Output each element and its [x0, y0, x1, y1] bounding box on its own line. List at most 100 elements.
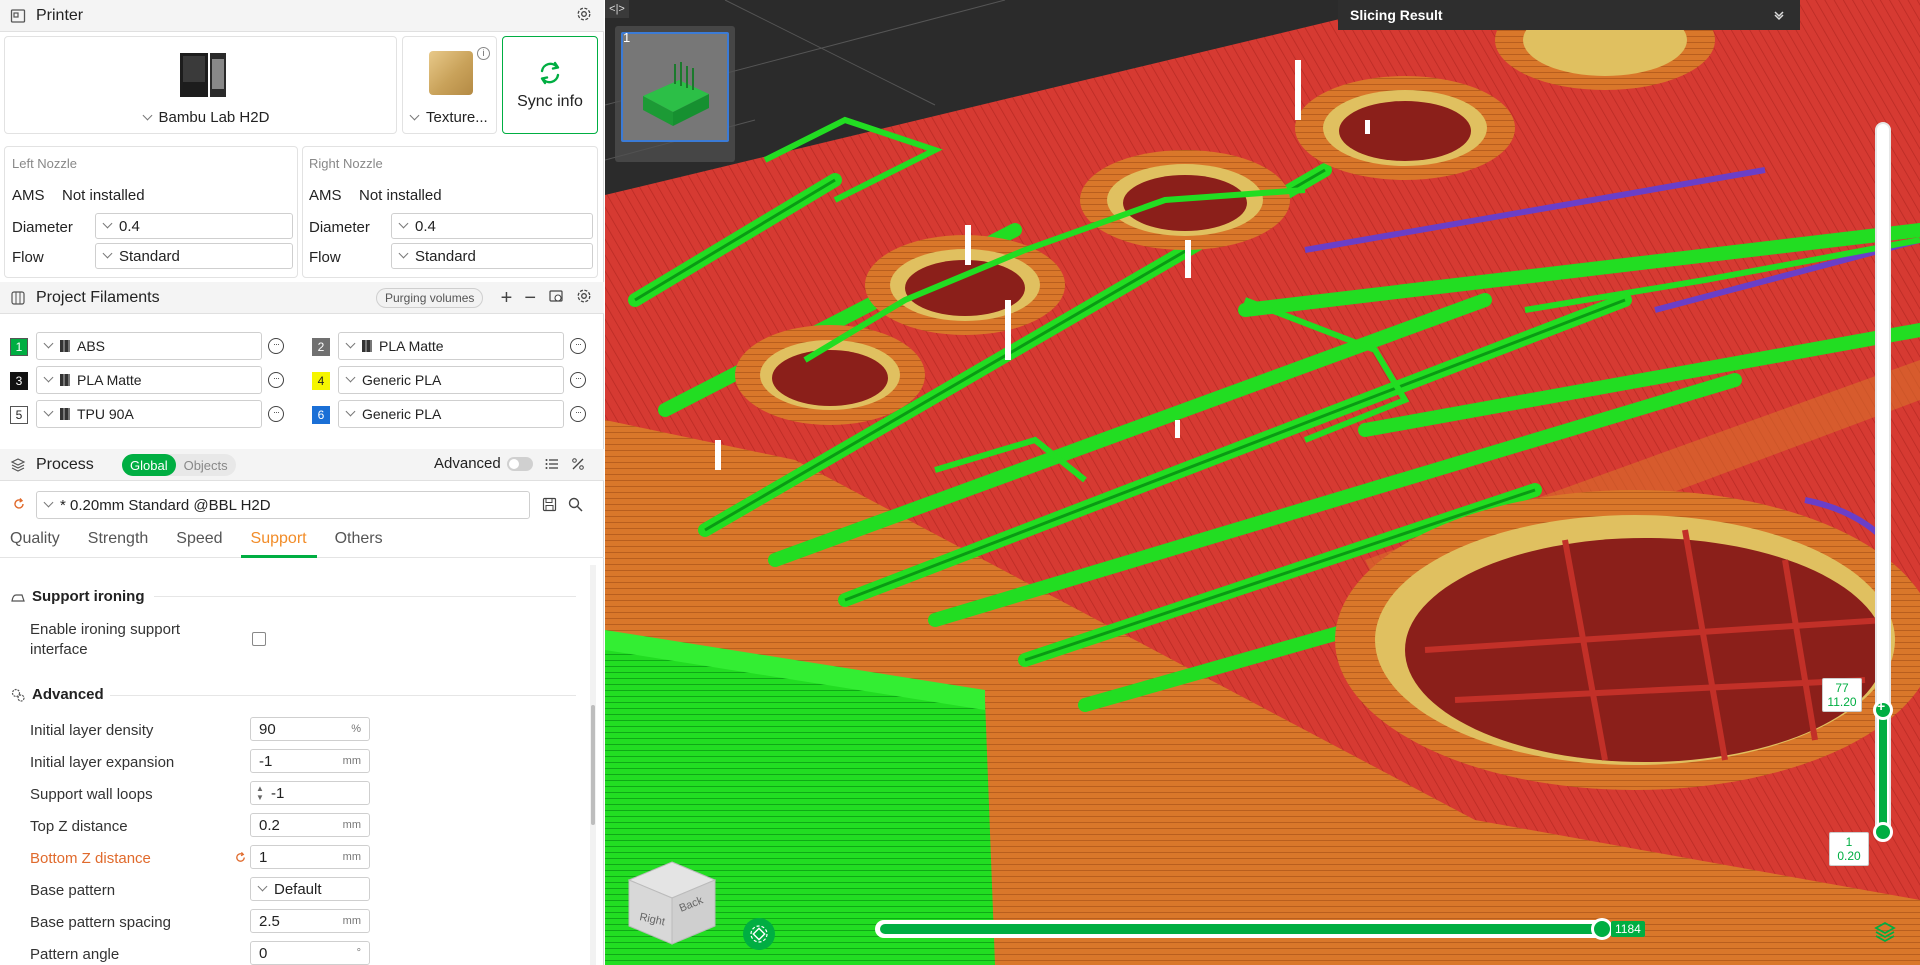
filament-name-4: Generic PLA	[362, 372, 442, 388]
initial-layer-expansion-input[interactable]: -1 mm	[250, 749, 370, 773]
move-slider-handle[interactable]	[1591, 918, 1613, 940]
layer-slider-top-handle[interactable]: +	[1873, 698, 1893, 720]
printer-thumbnail-icon	[180, 53, 226, 97]
textured-plate-icon	[429, 51, 473, 95]
filament-more-6-icon[interactable]: ···	[570, 406, 586, 422]
tab-speed[interactable]: Speed	[166, 530, 232, 558]
base-pattern-spacing-unit: mm	[342, 915, 361, 927]
filament-slot-4[interactable]: 4	[312, 372, 330, 390]
profile-reset-icon[interactable]	[12, 497, 26, 515]
bottom-z-distance-unit: mm	[342, 851, 361, 863]
advanced-switch[interactable]	[507, 457, 533, 471]
bottom-z-distance-value: 1	[259, 848, 268, 866]
right-diameter-label: Diameter	[309, 219, 370, 236]
slicing-result-title: Slicing Result	[1350, 7, 1443, 23]
filament-sync-icon[interactable]	[548, 288, 564, 309]
filament-name-6: Generic PLA	[362, 406, 442, 422]
reset-view-button[interactable]	[743, 918, 775, 950]
support-wall-loops-stepper[interactable]: ▲ ▼ -1	[250, 781, 370, 805]
printer-select-card[interactable]: Bambu Lab H2D	[4, 36, 397, 134]
filament-more-4-icon[interactable]: ···	[570, 372, 586, 388]
filament-slot-2[interactable]: 2	[312, 338, 330, 356]
pattern-angle-unit: °	[356, 947, 361, 959]
filament-more-3-icon[interactable]: ···	[268, 372, 284, 388]
filament-select-1[interactable]: ABS	[36, 332, 262, 360]
ironing-icon	[10, 589, 26, 605]
plate-info-icon[interactable]: i	[477, 47, 490, 60]
sync-info-button[interactable]: Sync info	[502, 36, 598, 134]
right-diameter-select[interactable]: 0.4	[391, 213, 593, 239]
layers-view-button[interactable]	[1873, 920, 1897, 944]
slicing-result-panel[interactable]: Slicing Result	[1338, 0, 1800, 30]
bottom-layer-number: 1	[1845, 835, 1853, 849]
base-pattern-spacing-input[interactable]: 2.5 mm	[250, 909, 370, 933]
left-diameter-select[interactable]: 0.4	[95, 213, 293, 239]
top-z-distance-unit: mm	[342, 819, 361, 831]
filament-name-3: PLA Matte	[77, 372, 142, 388]
filament-select-6[interactable]: Generic PLA	[338, 400, 564, 428]
filament-select-5[interactable]: TPU 90A	[36, 400, 262, 428]
right-flow-select[interactable]: Standard	[391, 243, 593, 269]
initial-layer-density-label: Initial layer density	[30, 722, 154, 739]
filament-select-4[interactable]: Generic PLA	[338, 366, 564, 394]
plate-thumbnail[interactable]: 1	[615, 26, 735, 162]
handle-plus-icon: +	[1877, 698, 1886, 714]
bottom-z-reset-icon[interactable]	[234, 851, 247, 868]
tab-others[interactable]: Others	[325, 530, 393, 558]
base-pattern-select[interactable]: Default	[250, 877, 370, 901]
filament-slot-6[interactable]: 6	[312, 406, 330, 424]
settings-scroll-thumb[interactable]	[591, 705, 595, 825]
expand-chevron-icon[interactable]	[1772, 8, 1786, 25]
support-wall-loops-value: -1	[271, 784, 285, 802]
compare-percent-icon[interactable]	[570, 456, 586, 476]
pattern-angle-label: Pattern angle	[30, 946, 120, 963]
process-profile-select[interactable]: * 0.20mm Standard @BBL H2D	[36, 491, 530, 519]
plate-number: 1	[623, 30, 631, 45]
plate-type-card[interactable]: i Texture...	[402, 36, 497, 134]
filament-settings-gear-icon[interactable]	[576, 288, 592, 309]
printer-settings-gear-icon[interactable]	[576, 6, 592, 27]
advanced-title: Advanced	[32, 686, 104, 703]
base-pattern-label: Base pattern	[30, 882, 116, 899]
initial-layer-density-input[interactable]: 90%	[250, 717, 370, 741]
save-profile-icon[interactable]	[542, 497, 557, 516]
collapse-sidebar-icon[interactable]: <|>	[605, 0, 629, 18]
objects-toggle[interactable]: Objects	[176, 454, 236, 476]
filament-slot-5[interactable]: 5	[10, 406, 28, 424]
tab-support[interactable]: Support	[240, 530, 317, 558]
bottom-z-distance-input[interactable]: 1 mm	[250, 845, 370, 869]
filament-more-2-icon[interactable]: ···	[570, 338, 586, 354]
top-z-distance-input[interactable]: 0.2 mm	[250, 813, 370, 837]
filament-select-3[interactable]: PLA Matte	[36, 366, 262, 394]
enable-ironing-checkbox[interactable]	[252, 632, 266, 646]
layer-slider-bottom-handle[interactable]	[1873, 822, 1893, 842]
add-filament-icon[interactable]: +	[501, 287, 513, 310]
filament-select-2[interactable]: PLA Matte	[338, 332, 564, 360]
filaments-section-title: Project Filaments	[36, 288, 160, 306]
left-flow-select[interactable]: Standard	[95, 243, 293, 269]
search-icon[interactable]	[568, 497, 583, 516]
filament-slot-3[interactable]: 3	[10, 372, 28, 390]
sliced-model-render	[605, 0, 1920, 965]
support-ironing-group: Support ironing	[10, 588, 144, 605]
remove-filament-icon[interactable]: −	[524, 287, 536, 310]
right-flow-label: Flow	[309, 249, 341, 266]
list-view-icon[interactable]	[544, 456, 560, 476]
purging-volumes-button[interactable]: Purging volumes	[376, 288, 484, 308]
pattern-angle-value: 0	[259, 944, 268, 962]
tab-strength[interactable]: Strength	[78, 530, 158, 558]
filament-more-1-icon[interactable]: ···	[268, 338, 284, 354]
stepper-arrows-icon[interactable]: ▲ ▼	[256, 784, 264, 802]
pattern-angle-input[interactable]: 0 °	[250, 941, 370, 965]
view-cube[interactable]: Right Back	[627, 860, 717, 946]
initial-layer-expansion-unit: mm	[342, 755, 361, 767]
filament-name-2: PLA Matte	[379, 338, 444, 354]
3d-preview-viewport[interactable]: <|> 1 Slicing Result + 77 11.20 1 0.20 1…	[605, 0, 1920, 965]
filament-slot-1[interactable]: 1	[10, 338, 28, 356]
top-layer-number: 77	[1835, 681, 1849, 695]
global-toggle[interactable]: Global	[122, 454, 176, 476]
filament-more-5-icon[interactable]: ···	[268, 406, 284, 422]
printer-name: Bambu Lab H2D	[158, 109, 270, 126]
move-count-readout: 1184	[1611, 921, 1645, 937]
tab-quality[interactable]: Quality	[0, 530, 70, 558]
